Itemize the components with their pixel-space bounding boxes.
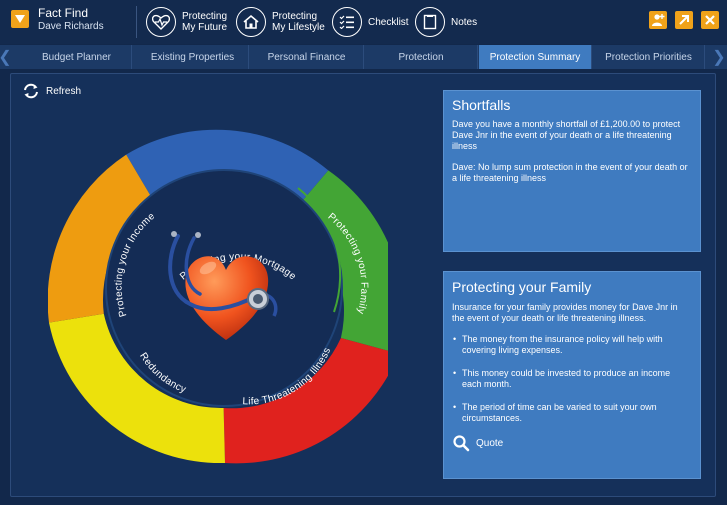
nav-protecting-my-lifestyle[interactable]: Protecting My Lifestyle <box>236 7 325 37</box>
client-name: Dave Richards <box>38 21 104 32</box>
protecting-family-panel: Protecting your Family Insurance for you… <box>443 271 701 479</box>
tab-protection[interactable]: Protection <box>365 45 478 69</box>
nav-label: Notes <box>451 16 478 28</box>
shortfalls-panel: Shortfalls Dave you have a monthly short… <box>443 90 701 252</box>
nav-checklist[interactable]: Checklist <box>332 7 409 37</box>
quote-button[interactable]: Quote <box>452 434 692 452</box>
menu-dropdown-button[interactable] <box>11 10 29 28</box>
tab-protection-summary[interactable]: Protection Summary <box>479 45 592 69</box>
header-divider <box>136 6 137 38</box>
notes-icon <box>415 7 445 37</box>
tab-existing-properties[interactable]: Existing Properties <box>137 45 249 69</box>
tab-budget-planner[interactable]: Budget Planner <box>22 45 132 69</box>
nav-protecting-my-future[interactable]: Protecting My Future <box>146 7 227 37</box>
tab-personal-finance[interactable]: Personal Finance <box>250 45 364 69</box>
tab-bar: ❮ Budget Planner Existing Properties Per… <box>0 45 727 69</box>
arrow-up-right-icon <box>679 15 689 25</box>
triangle-down-icon <box>15 15 25 23</box>
tab-scroll-right-icon[interactable]: ❯ <box>712 45 725 69</box>
expand-button[interactable] <box>675 11 693 29</box>
shortfalls-title: Shortfalls <box>452 97 511 113</box>
nav-label: Checklist <box>368 16 409 28</box>
protection-wheel: Protecting your Mortgage Protecting your… <box>48 129 388 464</box>
nav-label-line1: Protecting <box>182 11 228 22</box>
refresh-label: Refresh <box>46 85 82 97</box>
close-icon <box>705 15 715 25</box>
list-item: The money from the insurance policy will… <box>452 334 692 356</box>
refresh-button[interactable]: Refresh <box>22 83 81 99</box>
app-header: Fact Find Dave Richards Protecting My Fut… <box>0 0 727 44</box>
tab-protection-priorities[interactable]: Protection Priorities <box>593 45 705 69</box>
family-bullet-list: The money from the insurance policy will… <box>452 334 692 424</box>
list-item: The period of time can be varied to suit… <box>452 402 692 424</box>
shortfalls-text-2: Dave: No lump sum protection in the even… <box>452 162 688 183</box>
quote-label: Quote <box>476 437 504 449</box>
search-icon <box>453 435 470 452</box>
nav-label-line1: Protecting <box>272 11 318 22</box>
tab-scroll-left-icon[interactable]: ❮ <box>0 45 12 69</box>
close-button[interactable] <box>701 11 719 29</box>
family-title: Protecting your Family <box>452 279 592 295</box>
heartbeat-icon <box>146 7 176 37</box>
list-item: This money could be invested to produce … <box>452 368 692 390</box>
family-intro: Insurance for your family provides money… <box>452 302 678 323</box>
add-client-button[interactable] <box>649 11 667 29</box>
nav-label-line2: My Lifestyle <box>272 22 325 33</box>
checklist-icon <box>332 7 362 37</box>
house-icon <box>236 7 266 37</box>
shortfalls-text-1: Dave you have a monthly shortfall of £1,… <box>452 119 681 151</box>
add-person-icon <box>652 14 665 26</box>
nav-notes[interactable]: Notes <box>415 7 477 37</box>
refresh-icon <box>24 83 38 99</box>
app-title: Fact Find <box>38 6 89 20</box>
nav-label-line2: My Future <box>182 22 228 33</box>
